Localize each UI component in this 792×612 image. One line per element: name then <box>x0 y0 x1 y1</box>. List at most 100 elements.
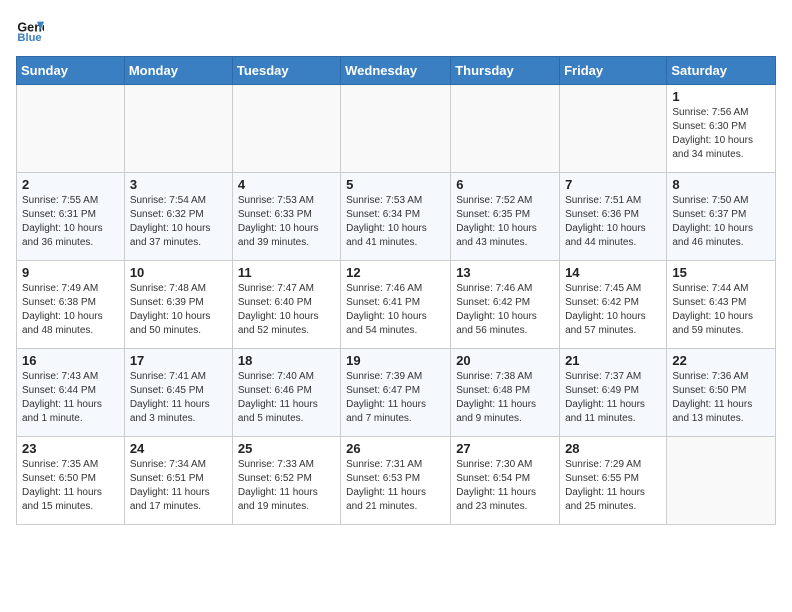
calendar-cell: 17 Sunrise: 7:41 AM Sunset: 6:45 PM Dayli… <box>124 349 232 437</box>
calendar-cell: 18 Sunrise: 7:40 AM Sunset: 6:46 PM Dayli… <box>232 349 340 437</box>
calendar-cell: 6 Sunrise: 7:52 AM Sunset: 6:35 PM Daylig… <box>451 173 560 261</box>
calendar-cell: 3 Sunrise: 7:54 AM Sunset: 6:32 PM Daylig… <box>124 173 232 261</box>
day-number: 21 <box>565 353 661 368</box>
weekday-thursday: Thursday <box>451 57 560 85</box>
week-row-5: 23 Sunrise: 7:35 AM Sunset: 6:50 PM Dayli… <box>17 437 776 525</box>
day-number: 17 <box>130 353 227 368</box>
calendar-cell: 5 Sunrise: 7:53 AM Sunset: 6:34 PM Daylig… <box>341 173 451 261</box>
day-number: 20 <box>456 353 554 368</box>
day-number: 14 <box>565 265 661 280</box>
day-info: Sunrise: 7:48 AM Sunset: 6:39 PM Dayligh… <box>130 282 227 338</box>
day-info: Sunrise: 7:46 AM Sunset: 6:42 PM Dayligh… <box>456 282 554 338</box>
day-number: 23 <box>22 441 119 456</box>
calendar-cell: 15 Sunrise: 7:44 AM Sunset: 6:43 PM Dayli… <box>667 261 776 349</box>
day-number: 15 <box>672 265 770 280</box>
calendar-cell: 25Sunrise: 7:33 AM Sunset: 6:52 PM Dayli… <box>232 437 340 525</box>
day-info: Sunrise: 7:36 AM Sunset: 6:50 PM Dayligh… <box>672 370 770 426</box>
day-number: 27 <box>456 441 554 456</box>
day-info: Sunrise: 7:30 AM Sunset: 6:54 PM Dayligh… <box>456 458 554 514</box>
calendar-cell: 16 Sunrise: 7:43 AM Sunset: 6:44 PM Dayli… <box>17 349 125 437</box>
calendar-cell: 14 Sunrise: 7:45 AM Sunset: 6:42 PM Dayli… <box>560 261 667 349</box>
weekday-sunday: Sunday <box>17 57 125 85</box>
day-info: Sunrise: 7:54 AM Sunset: 6:32 PM Dayligh… <box>130 194 227 250</box>
day-info: Sunrise: 7:51 AM Sunset: 6:36 PM Dayligh… <box>565 194 661 250</box>
calendar-cell: 27 Sunrise: 7:30 AM Sunset: 6:54 PM Dayli… <box>451 437 560 525</box>
day-info: Sunrise: 7:46 AM Sunset: 6:41 PM Dayligh… <box>346 282 445 338</box>
calendar-cell <box>124 85 232 173</box>
day-info: Sunrise: 7:43 AM Sunset: 6:44 PM Dayligh… <box>22 370 119 426</box>
day-info: Sunrise: 7:31 AM Sunset: 6:53 PM Dayligh… <box>346 458 445 514</box>
day-info: Sunrise: 7:55 AM Sunset: 6:31 PM Dayligh… <box>22 194 119 250</box>
day-info: Sunrise: 7:53 AM Sunset: 6:34 PM Dayligh… <box>346 194 445 250</box>
calendar-cell: 24Sunrise: 7:34 AM Sunset: 6:51 PM Dayli… <box>124 437 232 525</box>
calendar-cell: 20 Sunrise: 7:38 AM Sunset: 6:48 PM Dayli… <box>451 349 560 437</box>
calendar-cell: 9 Sunrise: 7:49 AM Sunset: 6:38 PM Daylig… <box>17 261 125 349</box>
calendar-cell <box>341 85 451 173</box>
calendar-cell: 8 Sunrise: 7:50 AM Sunset: 6:37 PM Daylig… <box>667 173 776 261</box>
calendar-cell: 4Sunrise: 7:53 AM Sunset: 6:33 PM Daylig… <box>232 173 340 261</box>
calendar-cell <box>560 85 667 173</box>
day-info: Sunrise: 7:40 AM Sunset: 6:46 PM Dayligh… <box>238 370 335 426</box>
day-number: 25 <box>238 441 335 456</box>
svg-text:Blue: Blue <box>17 32 41 44</box>
day-info: Sunrise: 7:34 AM Sunset: 6:51 PM Dayligh… <box>130 458 227 514</box>
day-number: 13 <box>456 265 554 280</box>
calendar-table: SundayMondayTuesdayWednesdayThursdayFrid… <box>16 56 776 525</box>
week-row-1: 1 Sunrise: 7:56 AM Sunset: 6:30 PM Daylig… <box>17 85 776 173</box>
day-number: 12 <box>346 265 445 280</box>
week-row-2: 2 Sunrise: 7:55 AM Sunset: 6:31 PM Daylig… <box>17 173 776 261</box>
calendar-cell: 22 Sunrise: 7:36 AM Sunset: 6:50 PM Dayli… <box>667 349 776 437</box>
day-info: Sunrise: 7:38 AM Sunset: 6:48 PM Dayligh… <box>456 370 554 426</box>
weekday-tuesday: Tuesday <box>232 57 340 85</box>
calendar-cell: 13 Sunrise: 7:46 AM Sunset: 6:42 PM Dayli… <box>451 261 560 349</box>
day-info: Sunrise: 7:56 AM Sunset: 6:30 PM Dayligh… <box>672 106 770 162</box>
day-number: 26 <box>346 441 445 456</box>
day-number: 9 <box>22 265 119 280</box>
weekday-saturday: Saturday <box>667 57 776 85</box>
day-number: 16 <box>22 353 119 368</box>
day-info: Sunrise: 7:50 AM Sunset: 6:37 PM Dayligh… <box>672 194 770 250</box>
day-info: Sunrise: 7:35 AM Sunset: 6:50 PM Dayligh… <box>22 458 119 514</box>
calendar-cell <box>451 85 560 173</box>
calendar-cell <box>232 85 340 173</box>
day-info: Sunrise: 7:44 AM Sunset: 6:43 PM Dayligh… <box>672 282 770 338</box>
weekday-header-row: SundayMondayTuesdayWednesdayThursdayFrid… <box>17 57 776 85</box>
day-info: Sunrise: 7:52 AM Sunset: 6:35 PM Dayligh… <box>456 194 554 250</box>
day-number: 18 <box>238 353 335 368</box>
calendar-cell <box>667 437 776 525</box>
calendar-cell: 1 Sunrise: 7:56 AM Sunset: 6:30 PM Daylig… <box>667 85 776 173</box>
calendar-cell: 28Sunrise: 7:29 AM Sunset: 6:55 PM Dayli… <box>560 437 667 525</box>
calendar-cell: 11 Sunrise: 7:47 AM Sunset: 6:40 PM Dayli… <box>232 261 340 349</box>
day-number: 6 <box>456 177 554 192</box>
calendar-cell: 26 Sunrise: 7:31 AM Sunset: 6:53 PM Dayli… <box>341 437 451 525</box>
day-number: 10 <box>130 265 227 280</box>
calendar-cell <box>17 85 125 173</box>
calendar-cell: 12 Sunrise: 7:46 AM Sunset: 6:41 PM Dayli… <box>341 261 451 349</box>
day-info: Sunrise: 7:39 AM Sunset: 6:47 PM Dayligh… <box>346 370 445 426</box>
day-info: Sunrise: 7:41 AM Sunset: 6:45 PM Dayligh… <box>130 370 227 426</box>
calendar-body: 1 Sunrise: 7:56 AM Sunset: 6:30 PM Daylig… <box>17 85 776 525</box>
day-number: 22 <box>672 353 770 368</box>
day-number: 7 <box>565 177 661 192</box>
calendar-cell: 2 Sunrise: 7:55 AM Sunset: 6:31 PM Daylig… <box>17 173 125 261</box>
calendar-cell: 7 Sunrise: 7:51 AM Sunset: 6:36 PM Daylig… <box>560 173 667 261</box>
day-number: 1 <box>672 89 770 104</box>
calendar-cell: 19Sunrise: 7:39 AM Sunset: 6:47 PM Dayli… <box>341 349 451 437</box>
weekday-monday: Monday <box>124 57 232 85</box>
day-number: 2 <box>22 177 119 192</box>
weekday-wednesday: Wednesday <box>341 57 451 85</box>
logo-icon: General Blue <box>16 16 44 44</box>
day-info: Sunrise: 7:47 AM Sunset: 6:40 PM Dayligh… <box>238 282 335 338</box>
day-number: 5 <box>346 177 445 192</box>
day-info: Sunrise: 7:49 AM Sunset: 6:38 PM Dayligh… <box>22 282 119 338</box>
weekday-friday: Friday <box>560 57 667 85</box>
day-info: Sunrise: 7:37 AM Sunset: 6:49 PM Dayligh… <box>565 370 661 426</box>
day-number: 4 <box>238 177 335 192</box>
week-row-3: 9 Sunrise: 7:49 AM Sunset: 6:38 PM Daylig… <box>17 261 776 349</box>
day-number: 11 <box>238 265 335 280</box>
day-number: 3 <box>130 177 227 192</box>
day-info: Sunrise: 7:29 AM Sunset: 6:55 PM Dayligh… <box>565 458 661 514</box>
day-number: 8 <box>672 177 770 192</box>
day-info: Sunrise: 7:45 AM Sunset: 6:42 PM Dayligh… <box>565 282 661 338</box>
calendar-cell: 21 Sunrise: 7:37 AM Sunset: 6:49 PM Dayli… <box>560 349 667 437</box>
